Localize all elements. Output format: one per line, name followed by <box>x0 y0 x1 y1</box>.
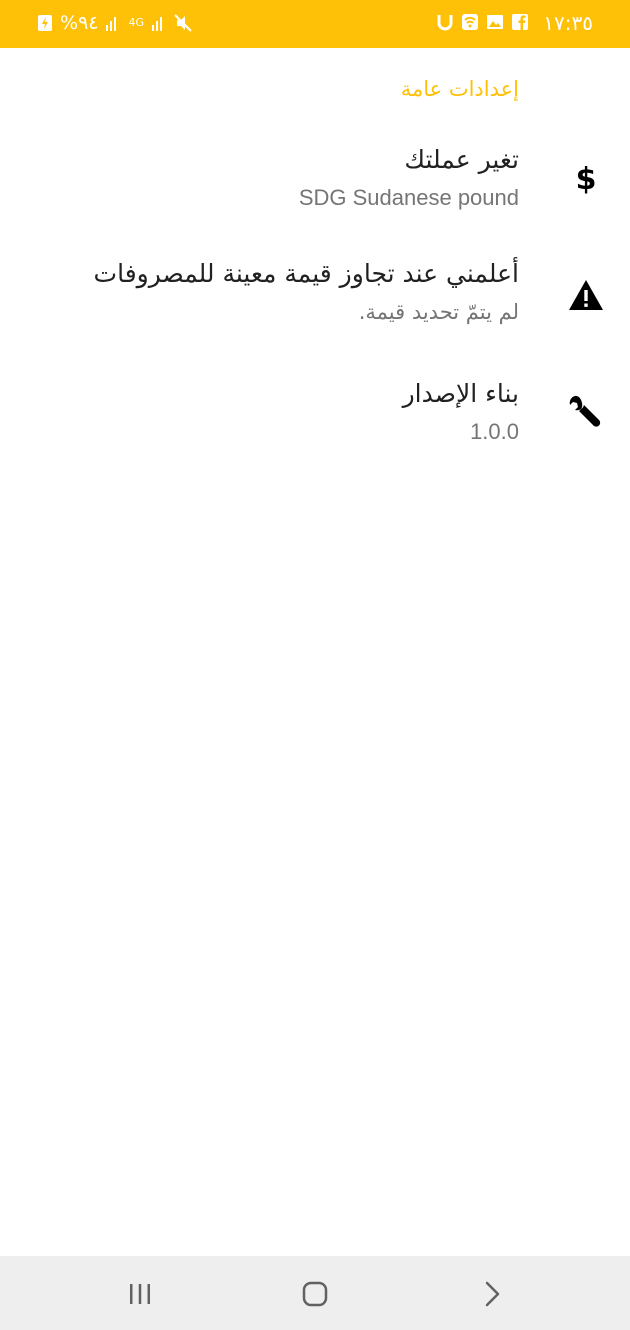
status-bar: %٩٤ 4G ١٧:٣٥ <box>0 0 630 48</box>
navigation-bar <box>0 1256 630 1330</box>
setting-summary: SDG Sudanese pound <box>298 185 519 210</box>
wrench-icon <box>569 395 601 427</box>
back-button[interactable] <box>472 1274 512 1314</box>
warning-icon <box>569 280 603 310</box>
battery-percent: %٩٤ <box>60 12 99 34</box>
setting-title: أعلمني عند تجاوز قيمة معينة للمصروفات <box>93 259 519 288</box>
setting-expense-alert[interactable]: أعلمني عند تجاوز قيمة معينة للمصروفات لم… <box>0 250 630 350</box>
section-title: إعدادات عامة <box>400 77 519 101</box>
facebook-icon <box>512 14 528 30</box>
network-type-label: 4G <box>128 16 145 29</box>
dollar-icon: $ <box>576 162 597 197</box>
setting-currency-text: تغير عملتك SDG Sudanese pound <box>299 142 519 214</box>
svg-text:$: $ <box>576 162 597 197</box>
recents-button[interactable] <box>120 1274 160 1314</box>
status-right-group <box>436 12 529 32</box>
mute-icon <box>174 14 192 32</box>
setting-summary: 1.0.0 <box>470 419 519 444</box>
home-button[interactable] <box>295 1274 335 1314</box>
setting-expense-alert-text: أعلمني عند تجاوز قيمة معينة للمصروفات لم… <box>94 256 519 328</box>
battery-charging-icon <box>38 15 52 31</box>
signal-icon <box>106 17 117 31</box>
setting-summary: لم يتمّ تحديد قيمة. <box>358 300 519 324</box>
setting-build-version-text: بناء الإصدار 1.0.0 <box>403 376 519 448</box>
wifi-hotspot-icon <box>462 14 478 30</box>
setting-title: تغير عملتك <box>404 145 519 174</box>
setting-currency[interactable]: تغير عملتك SDG Sudanese pound $ <box>0 138 630 238</box>
setting-build-version[interactable]: بناء الإصدار 1.0.0 <box>0 372 630 472</box>
signal-icon <box>152 17 163 31</box>
gallery-icon <box>487 15 503 29</box>
clock: ١٧:٣٥ <box>543 11 593 35</box>
u-app-icon <box>437 15 453 31</box>
setting-title: بناء الإصدار <box>402 379 519 408</box>
status-left-group: %٩٤ 4G <box>36 10 192 36</box>
